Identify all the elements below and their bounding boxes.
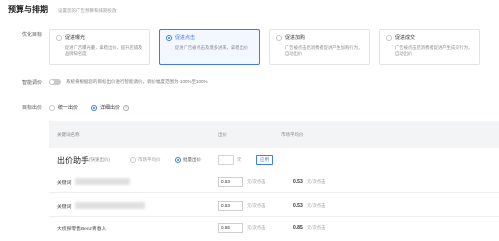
table-row: 关键词 0.53 元/次点击 0.53 元/次点击: [49, 173, 499, 193]
keyword-name: 大侦探零售Benz青春人: [57, 227, 107, 232]
market-avg-unit: 元/次点击: [307, 203, 326, 208]
bid-mode-label: 详细出价: [100, 105, 121, 111]
goal-card-desc: 促进广告曝光量，拿稳出价，提升店铺及品牌知名度: [65, 45, 143, 56]
question-circle-icon[interactable]: ?: [123, 104, 130, 111]
goal-card-title: 促进点击: [175, 35, 196, 41]
batch-bid-input[interactable]: [218, 155, 234, 165]
market-avg-value: 0.53: [293, 179, 303, 185]
target-bid-label: 目标出价: [22, 105, 43, 111]
bid-mode-label: 统一出价: [58, 105, 79, 111]
radio-icon: [56, 34, 62, 41]
market-avg-value: 0.85: [293, 225, 303, 231]
bid-mode-unified[interactable]: 统一出价: [49, 104, 78, 111]
section-subtitle: 设置您的广告预算和排期投放: [58, 8, 117, 13]
radio-checked-icon: [166, 34, 172, 41]
bid-helper-title: 出价助手: [57, 156, 89, 165]
helper-opt-batch[interactable]: 批量出价: [175, 157, 201, 163]
smart-bid-desc: 系统将根据您的目标出价进行智能调价，调价幅度范围为-100%至100%: [66, 79, 208, 84]
radio-icon: [386, 34, 392, 41]
table-row: 关键词 0.53 元/次点击 0.53 元/次点击: [49, 197, 499, 217]
goal-card-title: 促进成交: [395, 35, 416, 41]
bid-mode-group: 统一出价 详细出价 ?: [49, 104, 139, 111]
section-header: 预算与排期 设置您的广告预算和排期投放: [8, 4, 117, 16]
helper-opt-label: 市场平均价: [138, 157, 161, 162]
header-keyword: 关键词名称: [57, 132, 80, 137]
radio-icon: [130, 157, 136, 163]
smart-bid-toggle[interactable]: [49, 79, 61, 85]
bid-input[interactable]: 0.53: [218, 201, 243, 211]
goal-card-click[interactable]: 促进点击 促进广告被点击及增多进来，拿稳出价: [159, 29, 260, 65]
bid-helper-sub: (快速出价): [89, 157, 110, 162]
helper-opt-market-avg[interactable]: 市场平均价: [130, 157, 161, 163]
goal-card-desc: 广告被点击后消费者促进产生成交行为，自动出价: [395, 45, 473, 56]
market-avg-value: 0.53: [293, 203, 303, 209]
bid-unit: 元/次点击: [247, 203, 266, 208]
batch-bid-unit: 元: [237, 157, 242, 162]
radio-icon: [276, 34, 282, 41]
bid-input[interactable]: 0.85: [218, 223, 243, 233]
goal-label: 优化目标: [22, 32, 43, 38]
goal-card-desc: 促进广告被点击及增多进来，拿稳出价: [175, 45, 249, 50]
bid-input[interactable]: 0.53: [218, 177, 243, 187]
apply-button[interactable]: 应用: [256, 155, 273, 165]
bid-mode-detailed[interactable]: 详细出价 ?: [91, 104, 130, 111]
helper-opt-label: 批量出价: [183, 157, 201, 162]
table-header: 关键词名称 出价 市场平均价: [49, 121, 499, 148]
keyword-name: 关键词: [57, 181, 72, 186]
market-avg-unit: 元/次点击: [307, 179, 326, 184]
goal-card-add-to-cart[interactable]: 促进加购 广告被点击后消费者促进产生加购行为，自动出价: [269, 29, 370, 65]
table-row: 大侦探零售Benz青春人 0.85 元/次点击 0.85 元/次点击: [49, 219, 499, 239]
market-avg-unit: 元/次点击: [307, 225, 326, 230]
radio-checked-icon: [91, 104, 98, 111]
goal-card-title: 促进曝光: [65, 35, 86, 41]
radio-checked-icon: [175, 157, 181, 163]
bid-unit: 元/次点击: [247, 179, 266, 184]
goal-card-desc: 广告被点击后消费者促进产生加购行为，自动出价: [285, 45, 363, 56]
bid-helper-row: 出价助手 (快速出价) 市场平均价 批量出价 元 应用: [49, 153, 499, 171]
section-title: 预算与排期: [8, 5, 48, 14]
radio-icon: [49, 104, 55, 111]
goal-card-conversion[interactable]: 促进成交 广告被点击后消费者促进产生成交行为，自动出价: [379, 29, 480, 65]
header-bid: 出价: [218, 132, 227, 137]
redacted-text: [75, 178, 130, 185]
goal-card-exposure[interactable]: 促进曝光 促进广告曝光量，拿稳出价，提升店铺及品牌知名度: [49, 29, 150, 65]
smart-bid-label: 智能调价: [22, 80, 43, 86]
goal-card-group: 促进曝光 促进广告曝光量，拿稳出价，提升店铺及品牌知名度 促进点击 促进广告被点…: [49, 29, 480, 65]
keyword-table: 关键词名称 出价 市场平均价 出价助手 (快速出价) 市场平均价 批量出价 元 …: [49, 121, 499, 241]
header-market-avg: 市场平均价: [281, 132, 304, 137]
goal-card-title: 促进加购: [285, 35, 306, 41]
bid-unit: 元/次点击: [247, 225, 266, 230]
keyword-name: 关键词: [57, 205, 72, 210]
redacted-text: [75, 202, 145, 209]
